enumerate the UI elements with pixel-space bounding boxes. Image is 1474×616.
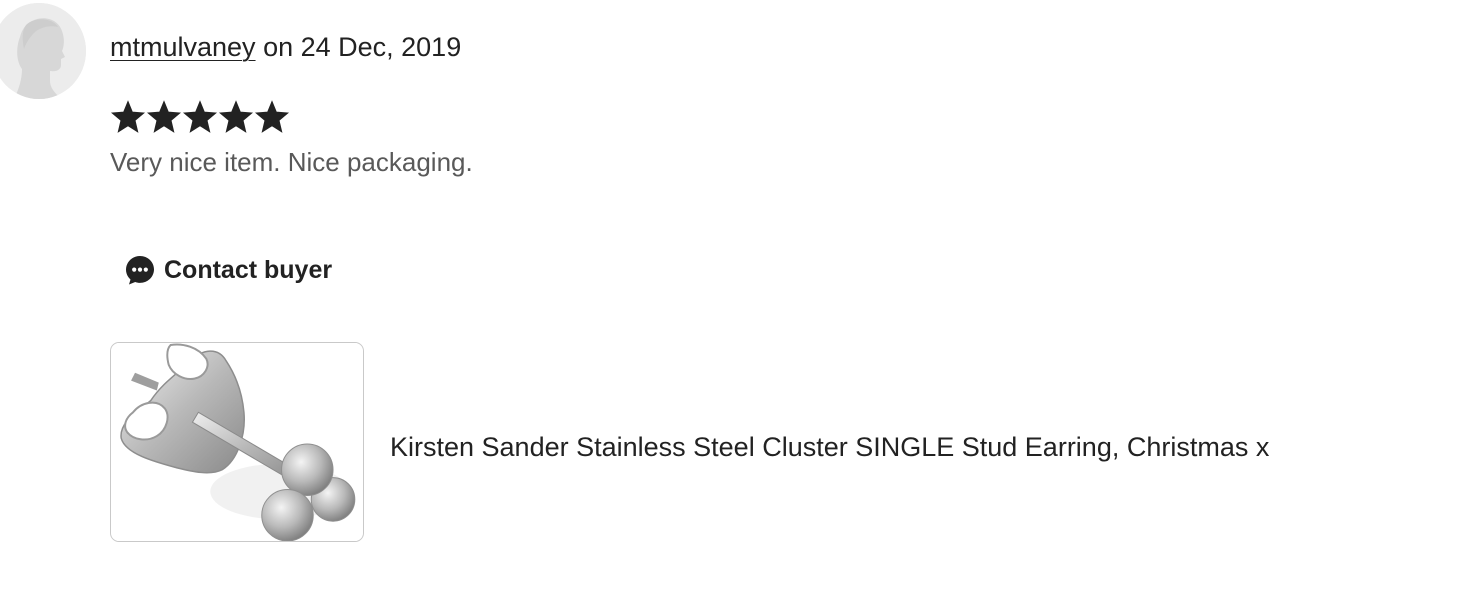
star-icon bbox=[254, 100, 290, 133]
review-text: Very nice item. Nice packaging. bbox=[110, 147, 473, 177]
contact-buyer-button[interactable]: Contact buyer bbox=[120, 248, 338, 292]
reviewer-name-link[interactable]: mtmulvaney bbox=[110, 32, 256, 62]
contact-buyer-label: Contact buyer bbox=[164, 255, 333, 284]
star-icon bbox=[218, 100, 254, 133]
review-date: on 24 Dec, 2019 bbox=[263, 32, 462, 62]
star-rating bbox=[110, 99, 290, 135]
star-icon bbox=[146, 100, 182, 133]
chat-bubble-icon bbox=[126, 256, 154, 285]
earring-image bbox=[111, 343, 363, 541]
avatar[interactable] bbox=[0, 3, 86, 99]
product-title-link[interactable]: Kirsten Sander Stainless Steel Cluster S… bbox=[390, 430, 1269, 464]
avatar-silhouette-icon bbox=[0, 3, 86, 99]
star-icon bbox=[110, 100, 146, 133]
product-thumbnail[interactable] bbox=[110, 342, 364, 542]
review-header: mtmulvaney on 24 Dec, 2019 bbox=[110, 30, 461, 64]
star-icon bbox=[182, 100, 218, 133]
